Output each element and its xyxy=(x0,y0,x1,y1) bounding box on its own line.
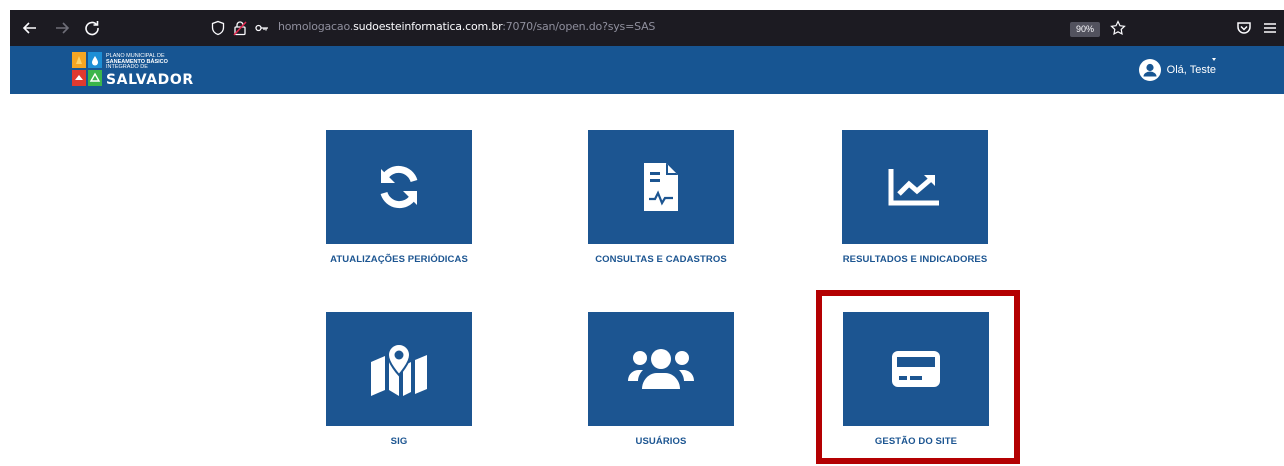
logo-line-3: INTEGRADO DE xyxy=(106,64,148,70)
tile-label[interactable]: CONSULTAS E CADASTROS xyxy=(561,254,761,265)
tile-usuarios[interactable] xyxy=(588,312,734,426)
shield-icon[interactable] xyxy=(210,20,226,36)
url-host: sudoesteinformatica.com.br xyxy=(353,20,503,33)
back-arrow-icon[interactable] xyxy=(18,16,42,40)
user-greeting: Olá, Teste xyxy=(1166,64,1216,76)
pocket-icon[interactable] xyxy=(1232,16,1256,40)
bookmark-star-icon[interactable] xyxy=(1110,20,1126,36)
user-menu[interactable]: Olá, Teste xyxy=(1138,59,1216,81)
tile-atualizacoes-periodicas[interactable] xyxy=(326,130,472,244)
zoom-level-badge[interactable]: 90% xyxy=(1070,22,1100,37)
browser-toolbar: homologacao.sudoesteinformatica.com.br:7… xyxy=(10,10,1284,46)
tile-label[interactable]: RESULTADOS E INDICADORES xyxy=(815,254,1015,265)
document-signature-icon xyxy=(644,163,678,211)
salvador-logo[interactable]: PLANO MUNICIPAL DE SANEAMENTO BÁSICO INT… xyxy=(72,50,232,90)
tile-consultas-e-cadastros[interactable] xyxy=(588,130,734,244)
menu-icon[interactable] xyxy=(1258,16,1282,40)
logo-city: SALVADOR xyxy=(106,72,194,88)
user-avatar-icon xyxy=(1138,59,1161,81)
key-icon[interactable] xyxy=(254,20,270,36)
tile-label[interactable]: ATUALIZAÇÕES PERIÓDICAS xyxy=(299,254,499,265)
url-text[interactable]: homologacao.sudoesteinformatica.com.br:7… xyxy=(278,20,655,33)
user-menu-caret-icon[interactable] xyxy=(1212,58,1216,61)
chart-line-icon xyxy=(888,169,939,206)
tile-label[interactable]: USUÁRIOS xyxy=(561,436,761,447)
map-marker-icon xyxy=(371,342,427,396)
insecure-lock-icon[interactable] xyxy=(232,20,248,36)
sync-icon xyxy=(380,165,418,209)
tile-sig[interactable] xyxy=(326,312,472,426)
site-header: PLANO MUNICIPAL DE SANEAMENTO BÁSICO INT… xyxy=(10,46,1284,94)
tile-resultados-e-indicadores[interactable] xyxy=(842,130,988,244)
tile-label[interactable]: SIG xyxy=(299,436,499,447)
users-icon xyxy=(628,349,694,389)
url-prefix: homologacao. xyxy=(278,20,354,33)
reload-icon[interactable] xyxy=(80,16,104,40)
url-suffix: :7070/san/open.do?sys=SAS xyxy=(502,20,656,33)
forward-arrow-icon[interactable] xyxy=(50,16,74,40)
highlight-box xyxy=(816,290,1020,464)
address-bar[interactable]: homologacao.sudoesteinformatica.com.br:7… xyxy=(210,14,1150,42)
